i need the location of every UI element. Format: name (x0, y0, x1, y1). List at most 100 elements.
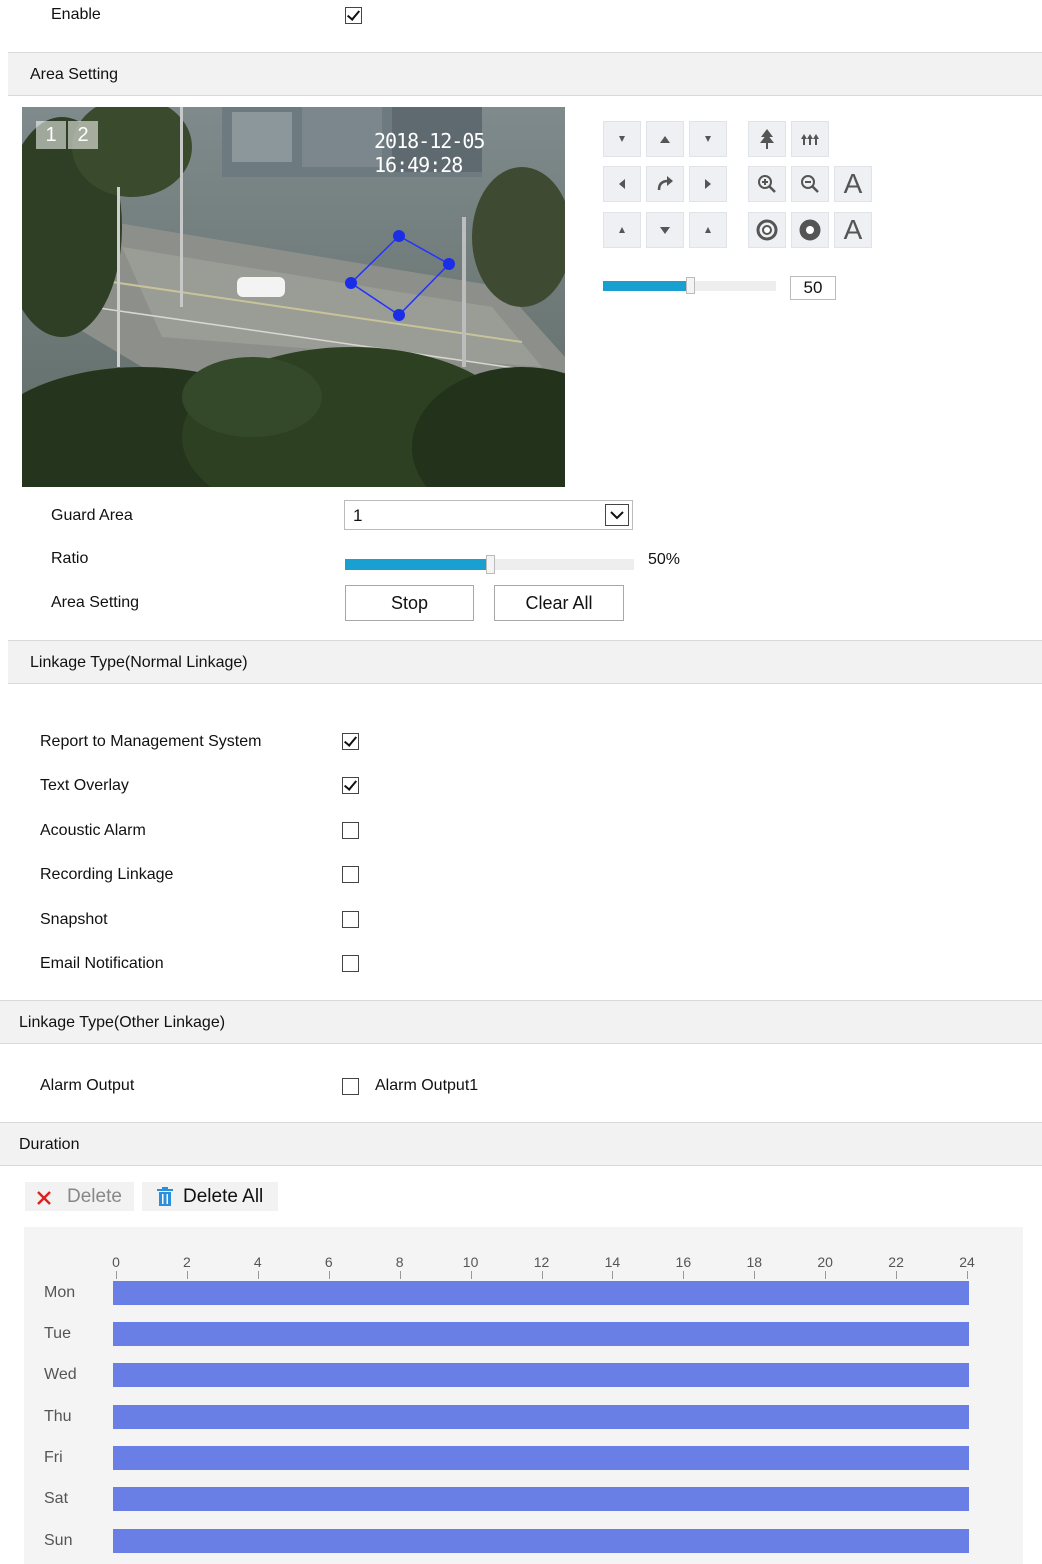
hour-tick-mark (967, 1271, 968, 1279)
chevron-down-icon (605, 504, 629, 526)
hour-tick-label: 12 (533, 1254, 550, 1270)
hour-tick-mark (399, 1271, 401, 1279)
schedule-bar-thu[interactable] (113, 1405, 969, 1429)
ptz-down-left-button[interactable] (603, 212, 641, 248)
arrow-up-right-icon (705, 136, 711, 142)
other-linkage-section: Linkage Type(Other Linkage) (0, 1000, 1042, 1044)
ratio-handle[interactable] (485, 555, 495, 574)
hour-tick-label: 18 (746, 1254, 763, 1270)
hour-tick-label: 6 (324, 1254, 333, 1270)
iris-close-button[interactable] (791, 212, 829, 248)
ptz-speed-handle[interactable] (685, 277, 695, 294)
ratio-value: 50% (648, 551, 681, 568)
clear-all-button[interactable]: Clear All (494, 585, 624, 621)
linkage-report-label: Report to Management System (40, 733, 262, 750)
alarm-output1-checkbox[interactable] (342, 1078, 359, 1095)
hour-tick-label: 2 (183, 1254, 191, 1270)
stop-button[interactable]: Stop (345, 585, 474, 621)
ptz-down-button[interactable] (646, 212, 684, 248)
arrow-left-icon (619, 179, 625, 189)
rotate-arrow-icon (657, 176, 673, 191)
schedule-bar-sat[interactable] (113, 1487, 969, 1511)
area-setting-label: Area Setting (51, 594, 140, 611)
arrow-down-left-icon (619, 227, 625, 233)
linkage-report-checkbox[interactable] (342, 733, 359, 750)
auto-iris-button[interactable]: A (834, 212, 872, 248)
zoom-out-icon (801, 175, 819, 193)
ptz-up-button[interactable] (646, 121, 684, 157)
day-label-thu: Thu (44, 1408, 72, 1425)
other-linkage-title: Linkage Type(Other Linkage) (19, 1014, 226, 1031)
delete-all-button[interactable]: Delete All (142, 1182, 278, 1211)
hour-tick-mark (116, 1271, 117, 1279)
channel-1-tab[interactable]: 1 (36, 121, 66, 149)
schedule-bar-fri[interactable] (113, 1446, 969, 1470)
alarm-output1-label: Alarm Output1 (375, 1077, 479, 1094)
channel-2-tab[interactable]: 2 (68, 121, 98, 149)
linkage-text-overlay-checkbox[interactable] (342, 777, 359, 794)
iris-close-icon (799, 219, 821, 241)
schedule-grid[interactable] (24, 1227, 1023, 1564)
hour-tick-label: 10 (462, 1254, 479, 1270)
hour-tick-mark (896, 1271, 898, 1279)
schedule-bar-wed[interactable] (113, 1363, 969, 1387)
arrow-up-icon (660, 136, 670, 143)
hour-tick-label: 16 (675, 1254, 692, 1270)
focus-near-button[interactable] (748, 121, 786, 157)
linkage-recording-label: Recording Linkage (40, 866, 174, 883)
guard-area-label: Guard Area (51, 507, 133, 524)
ptz-speed-slider[interactable] (603, 277, 776, 294)
linkage-email-checkbox[interactable] (342, 955, 359, 972)
ptz-up-right-button[interactable] (689, 121, 727, 157)
ptz-rotate-button[interactable] (646, 166, 684, 202)
guard-area-value: 1 (353, 506, 363, 525)
area-setting-title: Area Setting (30, 66, 119, 83)
ptz-left-button[interactable] (603, 166, 641, 202)
delete-label: Delete (67, 1186, 122, 1207)
arrow-down-right-icon (705, 227, 711, 233)
auto-focus-button[interactable]: A (834, 166, 872, 202)
zoom-in-icon (758, 175, 776, 193)
day-label-mon: Mon (44, 1284, 76, 1301)
linkage-text-overlay-label: Text Overlay (40, 777, 129, 794)
ptz-down-right-button[interactable] (689, 212, 727, 248)
schedule-bar-tue[interactable] (113, 1322, 969, 1346)
hour-tick-mark (683, 1271, 685, 1279)
ptz-speed-value[interactable]: 50 (790, 276, 836, 300)
iris-open-icon (756, 219, 778, 241)
tree-icon (760, 129, 774, 149)
schedule-bar-sun[interactable] (113, 1529, 969, 1553)
linkage-recording-checkbox[interactable] (342, 866, 359, 883)
schedule-bar-mon[interactable] (113, 1281, 969, 1305)
day-label-sun: Sun (44, 1532, 73, 1549)
arrow-down-icon (660, 227, 670, 234)
hour-tick-mark (186, 1271, 188, 1279)
hour-tick-mark (825, 1271, 827, 1279)
video-preview[interactable]: 1 2 2018-12-05 16:49:28 (22, 107, 565, 487)
hour-tick-mark (754, 1271, 756, 1279)
zoom-out-button[interactable] (791, 166, 829, 202)
day-label-tue: Tue (44, 1325, 71, 1342)
linkage-acoustic-alarm-checkbox[interactable] (342, 822, 359, 839)
area-setting-section: Area Setting (8, 52, 1042, 96)
enable-checkbox[interactable] (345, 7, 362, 24)
duration-title: Duration (19, 1136, 80, 1153)
duration-section: Duration (0, 1122, 1042, 1166)
hour-tick-label: 0 (112, 1254, 120, 1270)
linkage-snapshot-checkbox[interactable] (342, 911, 359, 928)
ratio-fill (345, 559, 490, 570)
hour-tick-label: 20 (817, 1254, 833, 1270)
trash-icon (157, 1187, 173, 1206)
hour-tick-label: 14 (604, 1254, 621, 1270)
hour-tick-mark (257, 1271, 259, 1279)
iris-open-button[interactable] (748, 212, 786, 248)
ptz-up-left-button[interactable] (603, 121, 641, 157)
ptz-right-button[interactable] (689, 166, 727, 202)
alarm-output-label: Alarm Output (40, 1077, 135, 1094)
zoom-in-button[interactable] (748, 166, 786, 202)
ratio-label: Ratio (51, 550, 89, 567)
guard-area-select[interactable]: 1 (344, 500, 633, 530)
ratio-slider[interactable] (345, 555, 634, 574)
delete-button[interactable]: Delete (25, 1182, 134, 1211)
focus-far-button[interactable] (791, 121, 829, 157)
